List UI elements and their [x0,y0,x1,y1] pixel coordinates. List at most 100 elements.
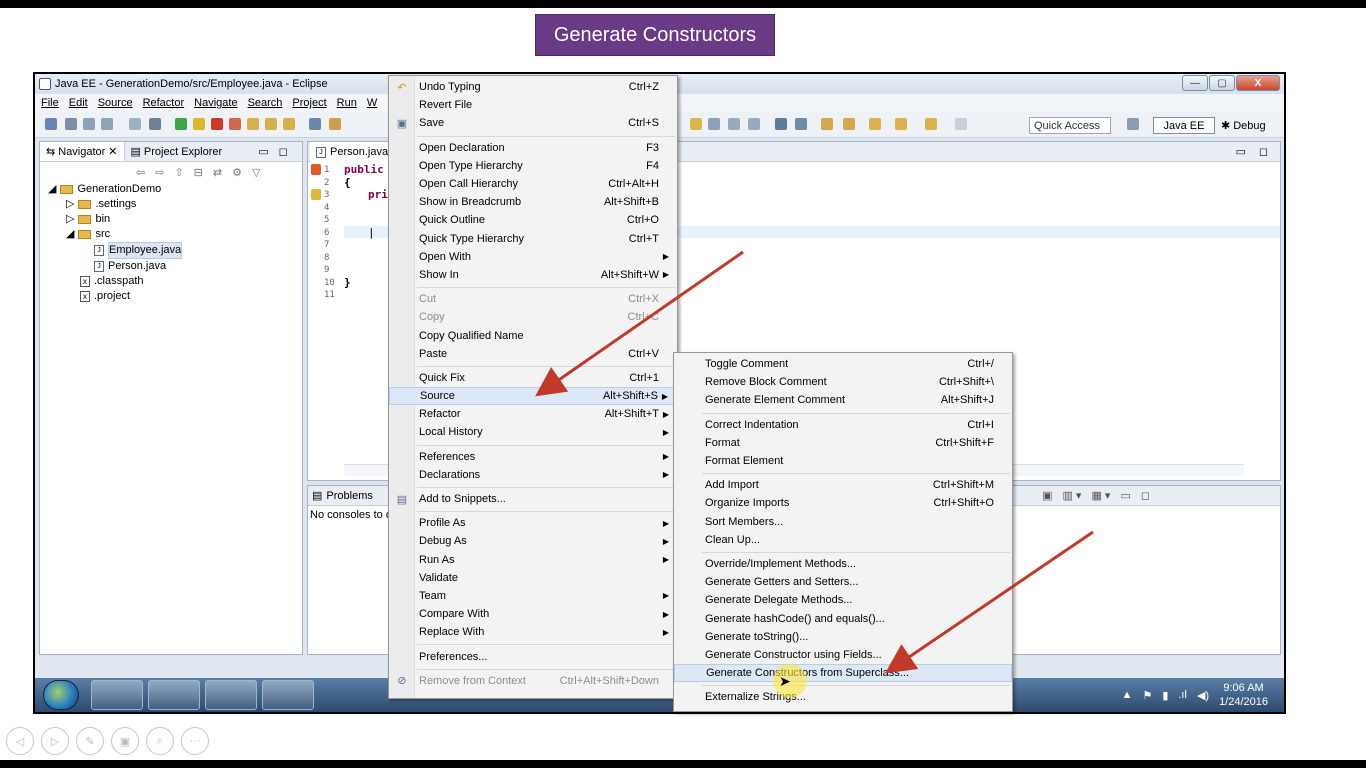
new-icon[interactable] [45,118,57,130]
menu-search[interactable]: Search [248,97,283,109]
menu-item-generate-tostring[interactable]: Generate toString()... [674,628,1012,646]
menu-edit[interactable]: Edit [69,97,88,109]
step-into-icon[interactable] [247,118,259,130]
menu-item-open-call-hierarchy[interactable]: Open Call Hierarchy Ctrl+Alt+H [389,175,677,193]
clock[interactable]: 9:06 AM 1/24/2016 [1219,681,1268,709]
block-select-icon[interactable] [728,118,740,130]
tree-item-employee[interactable]: J Employee.java [48,242,183,259]
mark-occurrences-icon[interactable] [708,118,720,130]
menu-item-open-declaration[interactable]: Open Declaration F3 [389,139,677,157]
menu-item-add-to-snippets[interactable]: ▤ Add to Snippets... [389,490,677,508]
more-icon[interactable]: ··· [181,727,209,755]
menu-window[interactable]: W [367,97,377,109]
menu-item-generate-getters-and-setters[interactable]: Generate Getters and Setters... [674,573,1012,591]
prev-annotation-icon[interactable] [843,118,855,130]
menu-source[interactable]: Source [98,97,133,109]
menu-navigate[interactable]: Navigate [194,97,237,109]
menu-item-remove-from-context[interactable]: ⊘ Remove from Context Ctrl+Alt+Shift+Down [389,672,677,690]
menu-item-paste[interactable]: Paste Ctrl+V [389,345,677,363]
tree-item-bin[interactable]: ▷ bin [48,212,182,227]
menu-item-format-element[interactable]: Format Element [674,452,1012,470]
taskbar-chrome[interactable] [262,680,314,710]
maximize-console-icon[interactable]: ◻ [1141,489,1150,502]
menu-item-undo-typing[interactable]: ↶ Undo Typing Ctrl+Z [389,78,677,96]
menu-item-correct-indentation[interactable]: Correct Indentation Ctrl+I [674,416,1012,434]
menu-item-quick-outline[interactable]: Quick Outline Ctrl+O [389,211,677,229]
menu-item-copy[interactable]: Copy Ctrl+C [389,308,677,326]
open-perspective-icon[interactable] [1127,118,1139,130]
menu-item-declarations[interactable]: Declarations ▶ [389,466,677,484]
back-nav-icon[interactable]: ⇦ [136,166,145,179]
menu-item-override-implement-methods[interactable]: Override/Implement Methods... [674,555,1012,573]
link-editor-icon[interactable]: ⇄ [213,166,222,179]
menu-project[interactable]: Project [292,97,326,109]
back-icon[interactable] [895,118,907,130]
tab-person-java[interactable]: J Person.java [310,142,396,162]
previous-icon[interactable]: ◁ [6,727,34,755]
menu-item-refactor[interactable]: Refactor Alt+Shift+T ▶ [389,405,677,423]
menu-item-profile-as[interactable]: Profile As ▶ [389,514,677,532]
warning-marker-icon[interactable] [311,189,321,200]
step-return-icon[interactable] [283,118,295,130]
print-icon[interactable] [101,118,113,130]
minimize-editor-icon[interactable]: ▭ [1236,145,1246,158]
menu-item-generate-hashcode-and-equals[interactable]: Generate hashCode() and equals()... [674,609,1012,627]
show-whitespace-icon[interactable] [748,118,760,130]
pen-icon[interactable]: ✎ [76,727,104,755]
open-console-icon[interactable]: ▦ ▾ [1091,489,1110,502]
save-toolbar-icon[interactable] [65,118,77,130]
menu-item-generate-constructors-from-superclass[interactable]: Generate Constructors from Superclass... [674,664,1012,683]
suspend-icon[interactable] [193,118,205,130]
menu-item-copy-qualified-name[interactable]: Copy Qualified Name [389,326,677,344]
up-nav-icon[interactable]: ⇧ [174,166,183,179]
taskbar-app-1[interactable] [91,680,143,710]
menu-item-format[interactable]: Format Ctrl+Shift+F [674,434,1012,452]
menu-item-open-type-hierarchy[interactable]: Open Type Hierarchy F4 [389,157,677,175]
menu-run[interactable]: Run [337,97,357,109]
globe-icon[interactable] [775,118,787,130]
close-button[interactable]: X [1236,75,1280,91]
signal-icon[interactable]: .ıl [1178,689,1187,701]
menu-item-source[interactable]: Source Alt+Shift+S ▶ [389,387,677,406]
menu-item-add-import[interactable]: Add Import Ctrl+Shift+M [674,476,1012,494]
collapsed-icon[interactable]: ▷ [66,212,74,227]
tree-item-settings[interactable]: ▷ .settings [48,197,182,212]
menu-item-show-in[interactable]: Show In Alt+Shift+W ▶ [389,266,677,284]
menu-item-references[interactable]: References ▶ [389,448,677,466]
tab-project-explorer[interactable]: ▤ Project Explorer [125,142,229,161]
menu-item-quick-type-hierarchy[interactable]: Quick Type Hierarchy Ctrl+T [389,230,677,248]
perspective-java-ee[interactable]: Java EE [1153,117,1215,134]
filter-icon[interactable]: ⚙ [232,166,242,179]
menu-item-generate-constructor-using-fields[interactable]: Generate Constructor using Fields... [674,646,1012,664]
volume-icon[interactable]: ◀) [1197,689,1209,702]
menu-item-run-as[interactable]: Run As ▶ [389,551,677,569]
taskbar-eclipse[interactable] [205,680,257,710]
error-marker-icon[interactable] [311,164,321,175]
annotation-icon[interactable] [690,118,702,130]
menu-item-organize-imports[interactable]: Organize Imports Ctrl+Shift+O [674,494,1012,512]
zoom-icon[interactable]: ⌕ [146,727,174,755]
tab-navigator[interactable]: ⇆ Navigator ✕ [40,142,125,161]
menu-item-validate[interactable]: Validate [389,569,677,587]
menu-item-replace-with[interactable]: Replace With ▶ [389,623,677,641]
menu-item-externalize-strings[interactable]: Externalize Strings... [674,688,1012,706]
pin-console-icon[interactable]: ▣ [1042,489,1052,502]
toggle-icon[interactable] [129,118,141,130]
skip-breakpoints-icon[interactable] [149,118,161,130]
collapsed-icon[interactable]: ▷ [66,197,74,212]
perspective-debug[interactable]: ✱ Debug [1221,117,1266,134]
menu-item-clean-up[interactable]: Clean Up... [674,531,1012,549]
menu-item-open-with[interactable]: Open With ▶ [389,248,677,266]
quick-access-input[interactable]: Quick Access [1029,117,1111,134]
menu-file[interactable]: File [41,97,59,109]
view-menu-icon[interactable]: ▽ [252,166,260,179]
menu-item-team[interactable]: Team ▶ [389,587,677,605]
menu-item-save[interactable]: ▣ Save Ctrl+S [389,114,677,132]
next-annotation-icon[interactable] [821,118,833,130]
tree-item-person[interactable]: J Person.java [48,259,182,274]
next-icon[interactable]: ▷ [41,727,69,755]
menu-item-generate-element-comment[interactable]: Generate Element Comment Alt+Shift+J [674,391,1012,409]
next-icon[interactable] [955,118,967,130]
menu-item-preferences[interactable]: Preferences... [389,647,677,665]
disconnect-icon[interactable] [229,118,241,130]
